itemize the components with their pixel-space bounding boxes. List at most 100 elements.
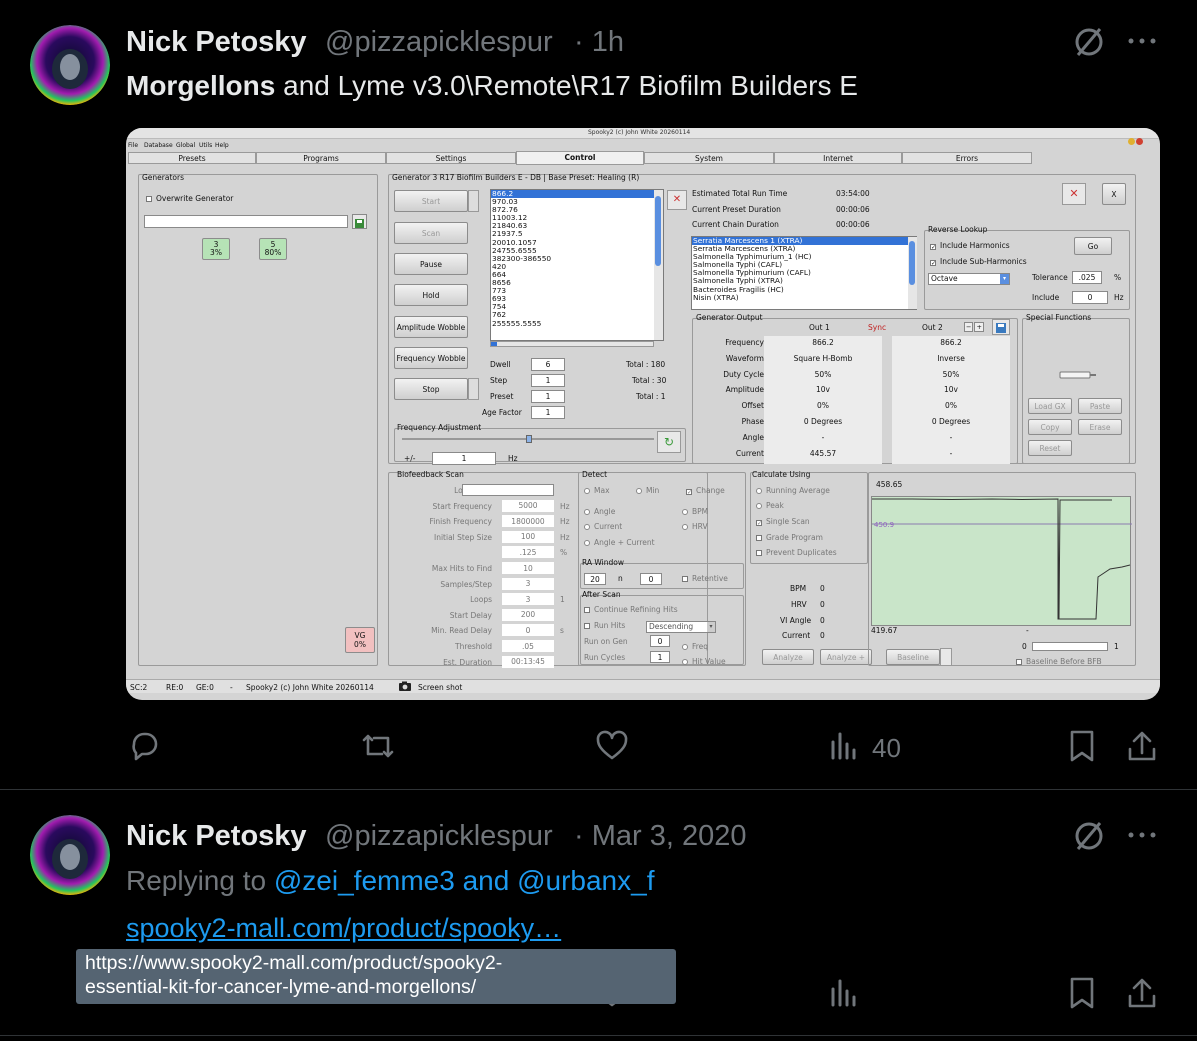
save-output-icon[interactable] — [992, 319, 1010, 335]
share-icon[interactable] — [1126, 976, 1158, 1010]
grade-program-checkbox[interactable] — [756, 535, 762, 541]
peak[interactable]: Peak — [756, 501, 784, 510]
frequency-adjustment-slider[interactable] — [402, 435, 654, 443]
go-button[interactable]: Go — [1074, 237, 1112, 255]
analyze-button[interactable]: Analyze — [762, 649, 814, 665]
window-controls[interactable] — [1128, 130, 1156, 145]
biofeedback-row-value[interactable] — [462, 484, 554, 496]
running-average[interactable]: Running Average — [756, 486, 830, 495]
single-scan[interactable]: ✓ Single Scan — [756, 517, 810, 527]
detect-angle-current-radio[interactable] — [584, 540, 590, 546]
include-harmonics-checkbox[interactable]: ✓ — [930, 244, 936, 251]
hold-button[interactable]: Hold — [394, 284, 468, 306]
detect-current-radio[interactable] — [584, 524, 590, 530]
frequency-list-item[interactable]: 420 — [491, 262, 663, 271]
detect-max-radio[interactable] — [584, 488, 590, 494]
analyze-plus-button[interactable]: Analyze + — [820, 649, 872, 665]
detect-max[interactable]: Max — [584, 486, 610, 495]
retentive[interactable]: Retentive — [682, 574, 728, 583]
overwrite-generator[interactable]: Overwrite Generator — [146, 194, 233, 203]
biofeedback-row-value[interactable]: 200 — [502, 608, 554, 621]
delete-icon[interactable]: ✕ — [1062, 183, 1086, 205]
not-interested-icon[interactable] — [1072, 25, 1106, 59]
apply-adjust-icon[interactable]: ↻ — [657, 431, 681, 453]
hit-value-radio-button[interactable] — [682, 659, 688, 665]
program-list-scrollbar[interactable] — [908, 237, 917, 309]
biofeedback-row-value[interactable]: 10 — [502, 562, 554, 574]
include-sub-harmonics[interactable]: ✓ Include Sub-Harmonics — [930, 257, 1027, 267]
replying-users-link[interactable]: @zei_femme3 and @urbanx_f — [274, 865, 655, 896]
tweet-time[interactable]: · Mar 3, 2020 — [574, 820, 746, 853]
detect-bpm-radio[interactable] — [682, 509, 688, 515]
start-button[interactable]: Start — [394, 190, 468, 212]
biofeedback-row-value[interactable]: 3 — [502, 593, 554, 606]
frequency-list-item[interactable]: 693 — [491, 295, 663, 303]
frequency-list-item[interactable]: 255555.5555 — [491, 319, 663, 328]
tab-settings[interactable]: Settings — [386, 152, 516, 164]
program-list[interactable]: Serratia Marcescens 1 (XTRA) Serratia Mar… — [691, 236, 917, 310]
detect-bpm[interactable]: BPM — [682, 507, 708, 516]
freq-radio[interactable]: Freq — [682, 642, 708, 651]
biofeedback-row-value[interactable]: .05 — [502, 640, 554, 652]
vg-button[interactable]: VG 0% — [345, 627, 375, 653]
retweet-icon[interactable] — [360, 730, 396, 762]
run-hits-checkbox[interactable] — [584, 623, 590, 629]
biofeedback-row-value[interactable]: 5000 — [502, 499, 554, 512]
paste-button[interactable]: Paste — [1078, 398, 1122, 414]
not-interested-icon[interactable] — [1072, 819, 1106, 853]
frequency-list-scrollbar[interactable] — [654, 190, 663, 340]
views-count[interactable]: 40 — [872, 733, 901, 764]
peak-radio[interactable] — [756, 503, 762, 509]
biofeedback-row-value[interactable]: 1800000 — [502, 515, 554, 528]
tweet-time[interactable]: · 1h — [574, 26, 624, 59]
preset-value[interactable]: 1 — [531, 390, 565, 403]
detect-change[interactable]: ✓ Change — [686, 486, 725, 496]
menu-file[interactable]: File — [128, 142, 138, 149]
stop-button[interactable]: Stop — [394, 378, 468, 400]
generator-5-button[interactable]: 5 80% — [259, 238, 287, 260]
single-scan-checkbox[interactable]: ✓ — [756, 520, 762, 527]
screenshot-image[interactable]: Spooky2 (c) John White 20260114 Spooky2 … — [126, 128, 1160, 700]
generator-name-input[interactable] — [144, 215, 348, 228]
detect-hrv[interactable]: HRV — [682, 522, 708, 531]
ra-n-value[interactable]: 0 — [640, 573, 662, 585]
hit-value-radio[interactable]: Hit Value — [682, 657, 726, 666]
biofeedback-row-value[interactable]: 0 — [502, 624, 554, 637]
detect-min-radio[interactable] — [636, 488, 642, 494]
detect-angle-current[interactable]: Angle + Current — [584, 538, 655, 547]
author-handle[interactable]: @pizzapicklespur — [325, 820, 553, 853]
save-generator-icon[interactable] — [352, 214, 367, 229]
prevent-duplicates-checkbox[interactable] — [756, 550, 762, 556]
tolerance-value[interactable]: .025 — [1072, 271, 1102, 284]
views-icon[interactable] — [830, 730, 860, 762]
share-icon[interactable] — [1126, 729, 1158, 763]
running-average-radio[interactable] — [756, 488, 762, 494]
reply-icon[interactable] — [128, 730, 160, 762]
detect-change-checkbox[interactable]: ✓ — [686, 489, 692, 496]
avatar[interactable] — [30, 815, 110, 895]
baseline-before-bfb-checkbox[interactable] — [1016, 659, 1022, 665]
tab-internet[interactable]: Internet — [774, 152, 902, 164]
overwrite-checkbox[interactable] — [146, 196, 152, 202]
ra-window-value[interactable]: 20 — [584, 573, 606, 585]
frequency-list-item[interactable]: 8656 — [491, 278, 663, 287]
amplitude-wobble-button[interactable]: Amplitude Wobble — [394, 316, 468, 338]
frequency-list-item[interactable]: 382300-386550 — [491, 254, 663, 263]
scan-button[interactable]: Scan — [394, 222, 468, 244]
avatar[interactable] — [30, 25, 110, 105]
frequency-list-item[interactable]: 664 — [491, 270, 663, 279]
include-value[interactable]: 0 — [1072, 291, 1108, 304]
sync-label[interactable]: Sync — [868, 323, 886, 332]
more-icon[interactable] — [1126, 29, 1158, 53]
product-link[interactable]: spooky2-mall.com/product/spooky… — [126, 913, 561, 944]
detect-angle-radio[interactable] — [584, 509, 590, 515]
age-factor-value[interactable]: 1 — [531, 406, 565, 419]
load-gx-button[interactable]: Load GX — [1028, 398, 1072, 414]
generator-3-button[interactable]: 3 3% — [202, 238, 230, 260]
run-hits[interactable]: Run Hits — [584, 621, 625, 630]
run-cycles-value[interactable]: 1 — [650, 651, 670, 663]
more-icon[interactable] — [1126, 823, 1158, 847]
views-icon[interactable] — [830, 977, 860, 1009]
tab-system[interactable]: System — [644, 152, 774, 164]
frequency-list[interactable]: 866.2 970.03 872.76 11003.12 21840.63 21937.5… — [490, 189, 664, 341]
